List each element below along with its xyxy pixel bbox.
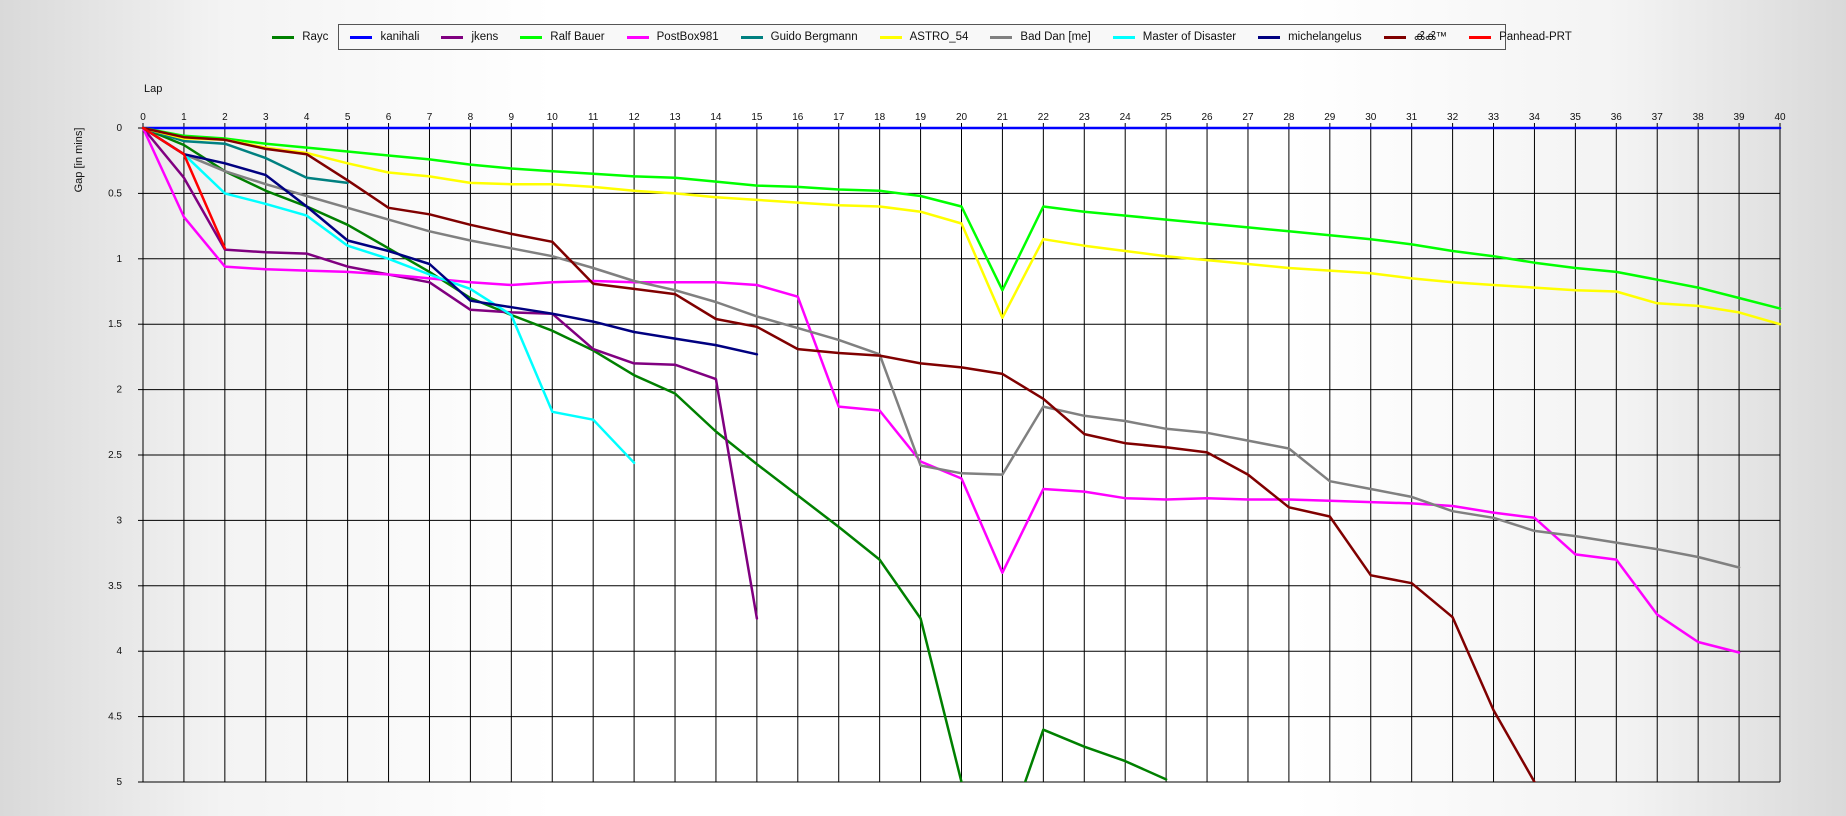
y-tick-label: 0 [116, 123, 122, 134]
x-tick-label: 20 [956, 112, 968, 123]
x-tick-label: 4 [304, 112, 310, 123]
x-tick-label: 23 [1079, 112, 1091, 123]
y-tick-label: 0.5 [108, 188, 122, 199]
y-tick-label: 3 [116, 515, 122, 526]
series-line-postbox981 [141, 126, 1741, 654]
x-tick-label: 16 [792, 112, 804, 123]
x-tick-label: 26 [1201, 112, 1213, 123]
x-tick-label: 37 [1652, 112, 1664, 123]
y-tick-label: 3.5 [108, 581, 122, 592]
x-tick-label: 7 [427, 112, 433, 123]
x-tick-label: 33 [1488, 112, 1500, 123]
y-tick-label: 5 [116, 777, 122, 788]
y-tick-label: 1.5 [108, 319, 122, 330]
x-tick-label: 0 [140, 112, 146, 123]
x-tick-label: 29 [1324, 112, 1336, 123]
y-axis-title: Gap [in mins] [73, 128, 85, 193]
x-tick-label: 34 [1529, 112, 1541, 123]
x-tick-label: 5 [345, 112, 351, 123]
lap-gap-chart: Rayc kanihali jkens Ralf Bauer PostBox981 Gui… [0, 0, 1846, 816]
x-tick-label: 30 [1365, 112, 1377, 123]
y-tick-label: 4.5 [108, 712, 122, 723]
x-tick-label: 39 [1734, 112, 1746, 123]
x-tick-label: 18 [874, 112, 886, 123]
x-tick-label: 8 [468, 112, 474, 123]
x-tick-label: 31 [1406, 112, 1418, 123]
y-tick-label: 2.5 [108, 450, 122, 461]
x-tick-label: 2 [222, 112, 228, 123]
x-tick-label: 6 [386, 112, 392, 123]
x-tick-label: 35 [1570, 112, 1582, 123]
x-tick-label: 24 [1120, 112, 1132, 123]
x-tick-label: 10 [547, 112, 559, 123]
x-tick-label: 1 [181, 112, 187, 123]
x-axis-title: Lap [144, 83, 162, 95]
series-line-jkens [141, 126, 759, 620]
x-tick-label: 15 [751, 112, 763, 123]
chart-plot: 0 1 2 3 4 5 6 7 8 9 10 11 12 13 14 15 16 17 18 19 20 21 22 23 24… [73, 83, 1786, 788]
x-tick-label: 21 [997, 112, 1009, 123]
x-tick-label: 12 [629, 112, 641, 123]
series-line-bad-dan-me [141, 126, 1741, 569]
y-tick-label: 1 [116, 254, 122, 265]
x-tick-label: 9 [509, 112, 515, 123]
x-tick-label: 25 [1161, 112, 1173, 123]
series-line-rayc [141, 126, 1168, 782]
y-tick-label: 4 [116, 646, 122, 657]
x-tick-label: 13 [669, 112, 681, 123]
y-tick-label: 2 [116, 385, 122, 396]
x-tick-label: 38 [1693, 112, 1705, 123]
x-tick-label: 17 [833, 112, 845, 123]
x-tick-label: 32 [1447, 112, 1459, 123]
x-tick-label: 19 [915, 112, 927, 123]
x-tick-label: 36 [1611, 112, 1623, 123]
x-tick-label: 11 [588, 112, 599, 123]
x-tick-label: 22 [1038, 112, 1050, 123]
x-tick-label: 40 [1774, 112, 1786, 123]
x-tick-label: 3 [263, 112, 269, 123]
x-tick-label: 28 [1283, 112, 1295, 123]
x-tick-label: 27 [1242, 112, 1254, 123]
x-tick-label: 14 [710, 112, 722, 123]
